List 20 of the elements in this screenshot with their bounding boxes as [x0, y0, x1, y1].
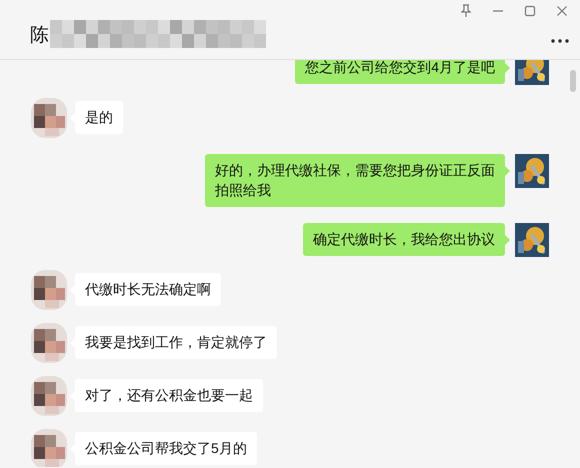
- message-bubble: 好的，办理代缴社保，需要您把身份证正反面拍照给我: [205, 154, 505, 207]
- scrollbar[interactable]: [570, 70, 576, 92]
- avatar[interactable]: [515, 223, 549, 257]
- bubble-tail: [505, 166, 510, 176]
- message-bubble: 对了，还有公积金也要一起: [75, 379, 263, 412]
- message-bubble: 公积金公司帮我交了5月的: [75, 432, 257, 465]
- message-bubble: 确定代缴时长，我给您出协议: [303, 223, 505, 256]
- message-bubble: 您之前公司给您交到4月了是吧: [295, 60, 505, 84]
- message-bubble: 是的: [75, 101, 123, 134]
- message-bubble: 代缴时长无法确定啊: [75, 273, 221, 306]
- pin-icon[interactable]: [460, 4, 472, 18]
- more-icon[interactable]: [550, 38, 570, 44]
- close-icon[interactable]: [556, 4, 568, 18]
- bubble-tail: [505, 235, 510, 245]
- message-bubble: 我要是找到工作，肯定就停了: [75, 326, 277, 359]
- avatar[interactable]: [515, 60, 549, 85]
- bubble-tail: [505, 63, 510, 73]
- window-title: 陈: [30, 24, 49, 48]
- avatar[interactable]: [515, 154, 549, 188]
- maximize-icon[interactable]: [524, 4, 536, 18]
